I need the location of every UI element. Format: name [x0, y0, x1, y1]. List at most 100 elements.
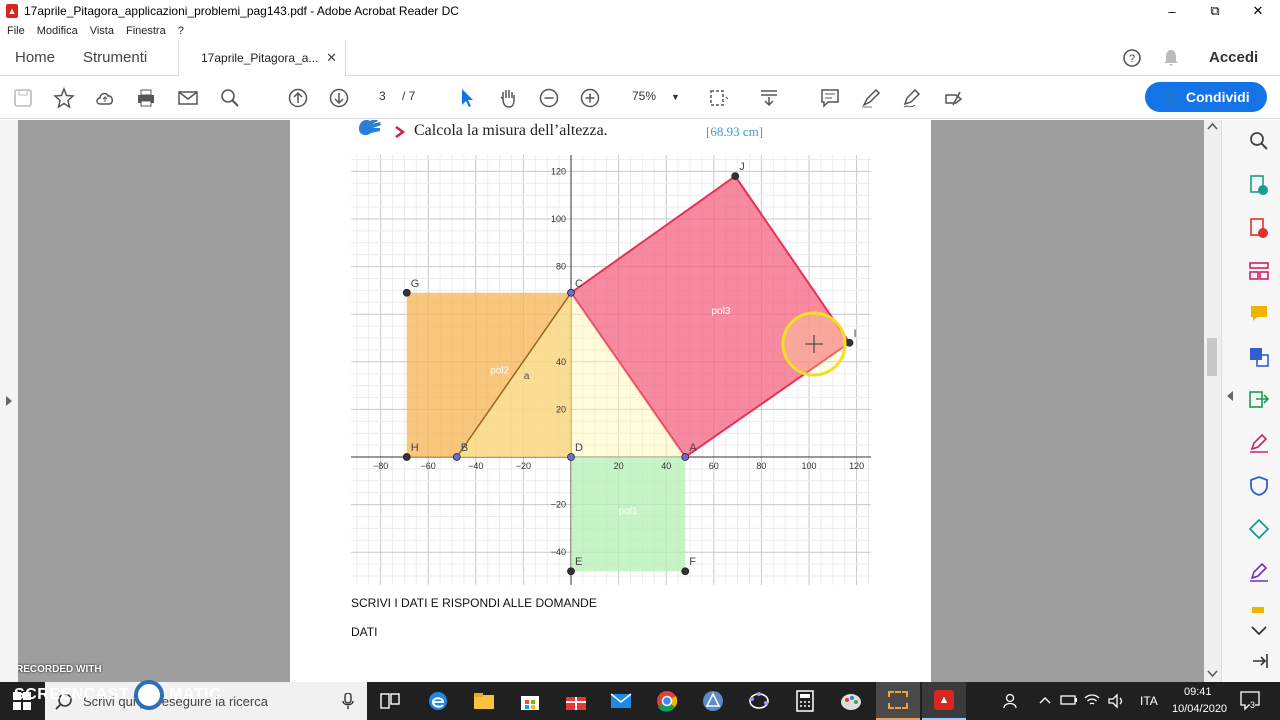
print-icon[interactable]	[133, 85, 159, 111]
next-page-icon[interactable]	[326, 85, 352, 111]
problem-prompt: Calcola la misura dell’altezza.	[414, 122, 608, 139]
edge-browser-icon[interactable]	[425, 688, 451, 714]
collapse-panel-icon[interactable]	[1248, 650, 1270, 672]
close-tab-icon[interactable]: ✕	[326, 50, 337, 66]
highlight-pen-icon[interactable]	[858, 85, 884, 111]
gift-app-icon[interactable]	[563, 688, 589, 714]
zoom-in-icon[interactable]	[577, 85, 603, 111]
polygon-label: pol3	[711, 306, 730, 317]
convert-icon[interactable]	[1248, 346, 1270, 368]
upload-cloud-icon[interactable]	[92, 85, 118, 111]
close-window-button[interactable]: ✕	[1236, 0, 1280, 22]
signin-link[interactable]: Accedi	[1209, 49, 1258, 66]
sign-pen-icon[interactable]	[899, 85, 925, 111]
y-tick-label: −20	[551, 500, 566, 510]
sign-tool-icon[interactable]	[1248, 561, 1270, 583]
scrollbar-thumb[interactable]	[1207, 338, 1217, 376]
save-icon[interactable]	[10, 85, 36, 111]
language-indicator[interactable]: ITA	[1140, 694, 1158, 708]
vertical-scrollbar[interactable]	[1204, 120, 1221, 682]
task-view-icon[interactable]	[377, 688, 403, 714]
share-button[interactable]: 👤 Condividi	[1145, 82, 1267, 112]
point-label: F	[689, 556, 696, 568]
chevron-down-icon[interactable]	[1248, 620, 1270, 642]
edit-pdf-icon[interactable]	[1248, 389, 1270, 411]
zoom-level[interactable]: 75%	[632, 89, 656, 103]
page-number-input[interactable]: 3	[379, 89, 386, 103]
export-pdf-icon[interactable]	[1248, 174, 1270, 196]
show-hidden-icons[interactable]	[1039, 696, 1051, 704]
screencast-logo-icon	[134, 680, 165, 710]
point-A	[681, 453, 690, 461]
menu-vista[interactable]: Vista	[90, 25, 114, 37]
mail-icon[interactable]	[608, 688, 634, 714]
x-tick-label: 60	[709, 461, 719, 471]
store-icon[interactable]	[517, 688, 543, 714]
page-total: / 7	[402, 89, 416, 103]
select-cursor-icon[interactable]	[454, 85, 480, 111]
people-icon[interactable]	[1003, 693, 1021, 709]
scroll-down-icon[interactable]	[1207, 670, 1218, 678]
geogebra-icon[interactable]	[700, 688, 726, 714]
menu-file[interactable]: File	[7, 25, 25, 37]
point-B	[452, 453, 461, 461]
right-tools-panel	[1221, 120, 1280, 682]
wifi-icon[interactable]	[1084, 693, 1100, 707]
document-tab-label: 17aprile_Pitagora_a...	[201, 51, 319, 65]
scroll-up-icon[interactable]	[1207, 122, 1218, 130]
fill-sign-tool-icon[interactable]	[1248, 432, 1270, 454]
send-icon[interactable]	[1248, 518, 1270, 540]
hand-tool-icon[interactable]	[495, 85, 521, 111]
polygon-label: pol2	[490, 366, 509, 377]
chrome-icon[interactable]	[654, 688, 680, 714]
y-tick-label: 40	[556, 357, 566, 367]
microphone-icon[interactable]	[342, 693, 354, 710]
zoom-dropdown-icon[interactable]: ▼	[671, 92, 680, 102]
search-icon[interactable]	[217, 85, 243, 111]
tab-document[interactable]: 17aprile_Pitagora_a... ✕	[178, 40, 346, 76]
fit-page-icon[interactable]	[704, 85, 730, 111]
zoom-search-icon[interactable]	[1248, 130, 1270, 152]
paint-icon[interactable]	[838, 688, 864, 714]
geogebra-classic-icon[interactable]	[746, 688, 772, 714]
menu-help[interactable]: ?	[178, 25, 184, 37]
point-J	[731, 172, 740, 181]
bell-icon[interactable]	[1162, 48, 1180, 68]
minimize-button[interactable]: –	[1150, 0, 1194, 22]
screen-recorder-icon	[888, 691, 908, 709]
zoom-out-icon[interactable]	[536, 85, 562, 111]
file-explorer-icon[interactable]	[471, 688, 497, 714]
notification-count: 3	[1250, 700, 1256, 710]
organize-pages-icon[interactable]	[1248, 260, 1270, 282]
comment-tool-icon[interactable]	[1248, 303, 1270, 325]
polygon-label: pol1	[619, 506, 638, 517]
screen-recorder-task[interactable]	[876, 682, 920, 720]
fill-sign-icon[interactable]	[941, 85, 967, 111]
toolbar: 3 / 7 75% ▼ 👤 Condividi	[0, 77, 1280, 119]
collapse-right-panel-icon[interactable]	[1225, 390, 1235, 402]
protect-shield-icon[interactable]	[1248, 475, 1270, 497]
menu-modifica[interactable]: Modifica	[37, 25, 78, 37]
comment-icon[interactable]	[817, 85, 843, 111]
create-pdf-icon[interactable]	[1248, 217, 1270, 239]
clock-date[interactable]: 10/04/2020	[1172, 703, 1227, 715]
tab-home[interactable]: Home	[15, 49, 55, 66]
previous-page-icon[interactable]	[285, 85, 311, 111]
star-icon[interactable]	[51, 85, 77, 111]
clock-time[interactable]: 09:41	[1184, 686, 1212, 698]
help-icon[interactable]: ?	[1122, 48, 1142, 68]
expand-left-panel-icon[interactable]	[4, 395, 14, 407]
menu-finestra[interactable]: Finestra	[126, 25, 166, 37]
scroll-mode-icon[interactable]	[756, 85, 782, 111]
calculator-icon[interactable]	[792, 688, 818, 714]
volume-icon[interactable]	[1108, 693, 1124, 709]
maximize-button[interactable]: ⧉	[1193, 0, 1237, 22]
acrobat-task[interactable]: ▲	[922, 682, 966, 720]
left-panel-strip	[0, 120, 18, 682]
document-viewer[interactable]: Calcola la misura dell’altezza. [68.93 c…	[18, 120, 1204, 682]
x-tick-label: −80	[373, 461, 388, 471]
battery-icon[interactable]	[1060, 694, 1078, 706]
tab-tools[interactable]: Strumenti	[83, 49, 147, 66]
watermark-line2: SCREENCAST	[14, 686, 130, 704]
email-icon[interactable]	[175, 85, 201, 111]
